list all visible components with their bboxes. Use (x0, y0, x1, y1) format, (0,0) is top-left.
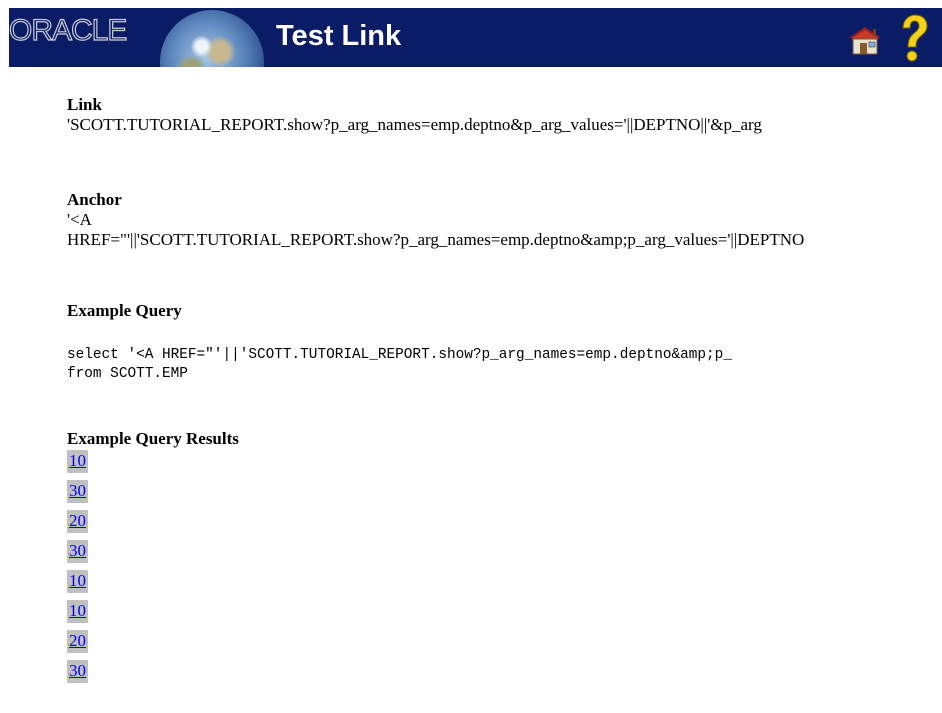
example-results-section: Example Query Results 10 30 20 30 10 10 … (67, 429, 942, 690)
list-item: 20 (67, 510, 942, 540)
link-section: Link 'SCOTT.TUTORIAL_REPORT.show?p_arg_n… (67, 95, 942, 135)
list-item: 20 (67, 630, 942, 660)
example-results-heading: Example Query Results (67, 429, 239, 448)
page-title: Test Link (276, 20, 402, 52)
link-heading: Link (67, 95, 102, 114)
anchor-heading: Anchor (67, 190, 122, 209)
globe-icon (160, 10, 264, 67)
anchor-section: Anchor '<A HREF="'||'SCOTT.TUTORIAL_REPO… (67, 190, 942, 250)
header-banner: ORACLE Test Link (9, 8, 942, 67)
result-link[interactable]: 10 (67, 600, 88, 623)
list-item: 30 (67, 480, 942, 510)
example-query-heading: Example Query (67, 301, 182, 320)
query-line-1: select '<A HREF="'||'SCOTT.TUTORIAL_REPO… (67, 347, 732, 363)
list-item: 30 (67, 660, 942, 690)
oracle-logo: ORACLE (9, 13, 128, 47)
result-link[interactable]: 30 (67, 660, 88, 683)
list-item: 10 (67, 450, 942, 480)
results-list: 10 30 20 30 10 10 20 30 (67, 450, 942, 690)
link-value: 'SCOTT.TUTORIAL_REPORT.show?p_arg_names=… (67, 115, 762, 134)
list-item: 10 (67, 600, 942, 630)
home-icon[interactable] (845, 24, 885, 56)
result-link[interactable]: 20 (67, 630, 88, 653)
main-content: Link 'SCOTT.TUTORIAL_REPORT.show?p_arg_n… (67, 95, 942, 690)
result-link[interactable]: 10 (67, 570, 88, 593)
query-line-2: from SCOTT.EMP (67, 366, 188, 382)
anchor-line-2: HREF="'||'SCOTT.TUTORIAL_REPORT.show?p_a… (67, 230, 805, 249)
list-item: 10 (67, 570, 942, 600)
anchor-line-1: '<A (67, 210, 92, 229)
result-link[interactable]: 30 (67, 480, 88, 503)
example-query-code: select '<A HREF="'||'SCOTT.TUTORIAL_REPO… (67, 346, 942, 384)
example-query-section: Example Query select '<A HREF="'||'SCOTT… (67, 301, 942, 384)
result-link[interactable]: 30 (67, 540, 88, 563)
result-link[interactable]: 10 (67, 450, 88, 473)
result-link[interactable]: 20 (67, 510, 88, 533)
list-item: 30 (67, 540, 942, 570)
help-icon[interactable] (895, 14, 931, 64)
